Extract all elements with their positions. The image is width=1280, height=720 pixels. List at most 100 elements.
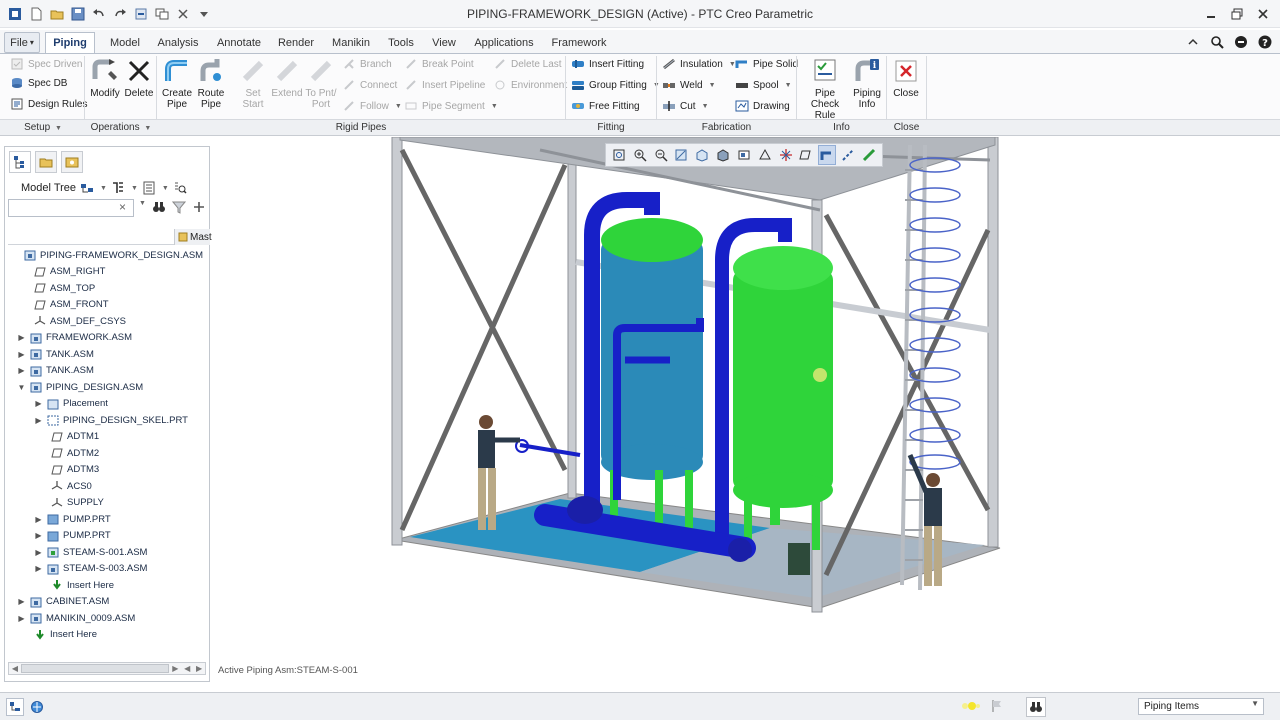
modify-button[interactable]: Modify — [88, 57, 122, 99]
search-icon[interactable] — [1208, 33, 1226, 51]
tab-applications[interactable]: Applications — [470, 32, 538, 53]
tab-annotate[interactable]: Annotate — [210, 32, 268, 53]
scroll-thumb[interactable] — [20, 664, 170, 673]
connect-button[interactable]: Connect — [342, 76, 397, 94]
named-views-icon[interactable] — [693, 145, 711, 165]
settings-icon[interactable] — [80, 181, 94, 195]
tab-piping[interactable]: Piping — [45, 32, 95, 53]
favorites-tab-icon[interactable] — [61, 151, 83, 173]
drawing-button[interactable]: Drawing — [735, 97, 790, 115]
tree-node[interactable]: ▼ PIPING_DESIGN.ASM — [17, 379, 143, 395]
tab-render[interactable]: Render — [272, 32, 320, 53]
tree-node[interactable]: ASM_TOP — [21, 280, 95, 296]
tree-node[interactable]: ASM_FRONT — [21, 297, 109, 313]
add-column-icon[interactable] — [192, 200, 206, 214]
tree-search-input[interactable] — [8, 199, 134, 217]
scroll-right-icon[interactable]: ▶ — [169, 664, 181, 673]
navigator-toggle-icon[interactable] — [6, 698, 24, 716]
cut-button[interactable]: Cut ▼ — [662, 97, 709, 115]
tree-node[interactable]: ▶ Placement — [34, 396, 108, 412]
tree-node[interactable]: ▶ FRAMEWORK.ASM — [17, 330, 132, 346]
expand-arrow-icon[interactable]: ▶ — [34, 531, 43, 540]
design-rules-button[interactable]: Design Rules — [10, 95, 87, 113]
tree-node[interactable]: ▶ CABINET.ASM — [17, 594, 109, 610]
expand-arrow-icon[interactable]: ▶ — [34, 548, 43, 557]
close-icon[interactable] — [1254, 5, 1272, 23]
tree-node[interactable]: ADTM3 — [38, 462, 99, 478]
tree-node[interactable]: ADTM2 — [38, 445, 99, 461]
group-operations[interactable]: Operations ▼ — [88, 122, 154, 133]
expand-arrow-icon[interactable]: ▶ — [34, 564, 43, 573]
follow-button[interactable]: Follow ▼ — [342, 97, 402, 115]
flag-icon[interactable] — [990, 699, 1004, 716]
insert-fitting-button[interactable]: Insert Fitting — [571, 55, 644, 73]
display-style-icon[interactable] — [714, 145, 732, 165]
extend-button[interactable]: Extend — [270, 57, 304, 99]
tree-column-header[interactable]: Mast — [174, 229, 212, 245]
tree-node[interactable]: SUPPLY — [38, 495, 104, 511]
find-binoculars-icon[interactable] — [1026, 697, 1046, 717]
insulation-display-icon[interactable] — [860, 145, 878, 165]
folder-browser-tab-icon[interactable] — [35, 151, 57, 173]
group-setup[interactable]: Setup ▼ — [4, 122, 82, 133]
collapse-ribbon-icon[interactable] — [1184, 33, 1202, 51]
binoculars-icon[interactable] — [152, 200, 166, 214]
spec-db-button[interactable]: Spec DB — [10, 74, 67, 92]
delete-button[interactable]: Delete — [122, 57, 156, 99]
filter-funnel-icon[interactable] — [171, 200, 186, 214]
create-pipe-button[interactable]: Create Pipe — [160, 57, 194, 110]
pipe-display-icon[interactable] — [818, 145, 837, 165]
find-in-tree-icon[interactable] — [173, 181, 187, 195]
expand-arrow-icon[interactable]: ▶ — [17, 366, 26, 375]
insert-pipeline-button[interactable]: Insert Pipeline — [404, 76, 485, 94]
model-tree-tab-icon[interactable] — [9, 151, 31, 173]
tab-tools[interactable]: Tools — [382, 32, 420, 53]
tree-node[interactable]: ▶ PIPING_DESIGN_SKEL.PRT — [34, 412, 188, 428]
scroll-right-icon[interactable]: ▶ — [193, 664, 205, 673]
clear-search-icon[interactable]: × — [119, 200, 126, 214]
insulation-button[interactable]: Insulation ▼ — [662, 55, 736, 73]
pipe-solid-button[interactable]: Pipe Solid — [735, 55, 798, 73]
spec-driven-button[interactable]: Spec Driven — [10, 55, 82, 73]
route-pipe-button[interactable]: Route Pipe — [194, 57, 228, 110]
chevron-down-icon[interactable]: ▼ — [131, 185, 138, 192]
break-point-button[interactable]: Break Point — [404, 55, 474, 73]
branch-button[interactable]: Branch — [342, 55, 392, 73]
chevron-down-icon[interactable]: ▼ — [139, 200, 146, 214]
tab-model[interactable]: Model — [100, 32, 150, 53]
3d-model-view[interactable] — [212, 136, 1280, 687]
tree-filter-icon[interactable] — [111, 181, 125, 195]
expand-arrow-icon[interactable]: ▶ — [17, 350, 26, 359]
expand-arrow-icon[interactable]: ▶ — [17, 333, 26, 342]
close-ribbon-button[interactable]: Close — [889, 57, 923, 99]
expand-arrow-icon[interactable]: ▶ — [34, 416, 43, 425]
weld-button[interactable]: Weld ▼ — [662, 76, 716, 94]
selection-filter-dropdown[interactable]: Piping Items ▼ — [1138, 698, 1264, 715]
tree-node[interactable]: ▶ STEAM-S-001.ASM — [34, 544, 147, 560]
graphics-window[interactable] — [212, 136, 1280, 687]
community-icon[interactable] — [1232, 33, 1250, 51]
tree-node[interactable]: Insert Here — [21, 627, 97, 643]
refit-icon[interactable] — [610, 145, 628, 165]
chevron-down-icon[interactable]: ▼ — [100, 185, 107, 192]
group-fitting-button[interactable]: Group Fitting ▼ — [571, 76, 660, 94]
zoom-out-icon[interactable] — [652, 145, 670, 165]
tree-node[interactable]: ASM_DEF_CSYS — [21, 313, 126, 329]
free-fitting-button[interactable]: Free Fitting — [571, 97, 640, 115]
set-start-button[interactable]: Set Start — [236, 57, 270, 110]
pipe-segment-button[interactable]: Pipe Segment ▼ — [404, 97, 498, 115]
chevron-down-icon[interactable]: ▼ — [162, 185, 169, 192]
scroll-left-icon[interactable]: ◀ — [181, 664, 193, 673]
expand-arrow-icon[interactable]: ▶ — [34, 399, 43, 408]
perspective-icon[interactable] — [756, 145, 774, 165]
tab-analysis[interactable]: Analysis — [152, 32, 204, 53]
help-icon[interactable]: ? — [1256, 33, 1274, 51]
tree-node[interactable]: ▶ MANIKIN_0009.ASM — [17, 610, 135, 626]
centerline-icon[interactable] — [839, 145, 857, 165]
tree-node[interactable]: Insert Here — [38, 577, 114, 593]
expand-arrow-icon[interactable]: ▶ — [17, 614, 26, 623]
minimize-icon[interactable] — [1202, 5, 1220, 23]
tree-node[interactable]: ▶ STEAM-S-003.ASM — [34, 561, 147, 577]
to-pnt-port-button[interactable]: To Pnt/ Port — [303, 57, 339, 110]
tree-node[interactable]: ▶ PUMP.PRT — [34, 528, 111, 544]
